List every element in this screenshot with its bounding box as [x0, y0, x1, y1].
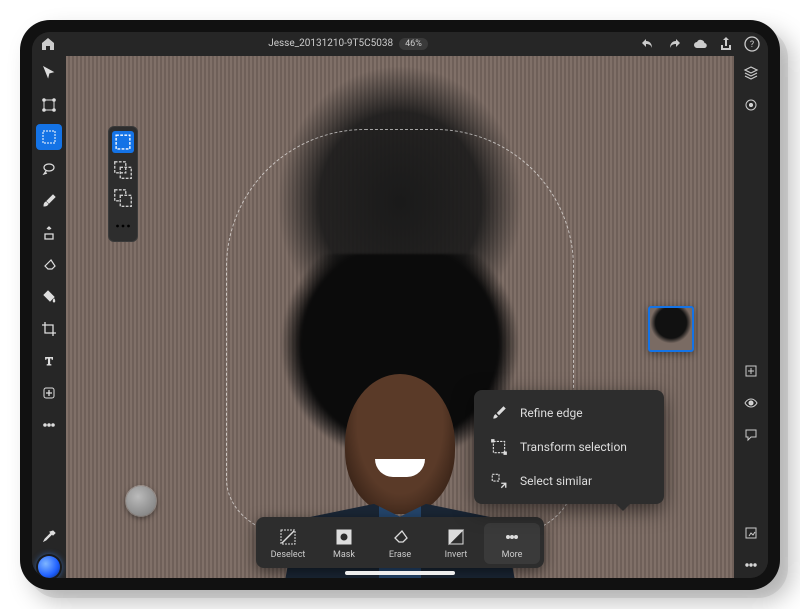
undo-icon[interactable] — [640, 36, 656, 52]
help-icon[interactable]: ? — [744, 36, 760, 52]
app-screen: Jesse_20131210-9T5C5038 46% ? — [32, 32, 768, 578]
invert-button[interactable]: Invert — [428, 523, 484, 564]
selection-action-toolbar: Deselect Mask Erase Invert — [256, 517, 544, 568]
brush-tool[interactable] — [36, 188, 62, 214]
invert-icon — [446, 527, 466, 547]
refine-edge-icon — [490, 404, 508, 422]
left-toolbar: T — [32, 56, 66, 578]
svg-text:T: T — [45, 354, 53, 368]
home-icon[interactable] — [40, 36, 56, 52]
crop-tool[interactable] — [36, 316, 62, 342]
foreground-color-chip[interactable] — [38, 556, 60, 578]
home-indicator[interactable] — [345, 571, 455, 575]
option-add-selection[interactable] — [112, 159, 134, 181]
touch-shortcut-puck[interactable] — [126, 486, 156, 516]
comments-icon[interactable] — [738, 422, 764, 448]
eyedropper-tool[interactable] — [36, 524, 62, 550]
more-tools[interactable] — [36, 412, 62, 438]
erase-icon — [390, 527, 410, 547]
deselect-button[interactable]: Deselect — [260, 523, 316, 564]
panel-more-icon[interactable] — [738, 552, 764, 578]
layers-panel-icon[interactable] — [738, 60, 764, 86]
mask-icon — [334, 527, 354, 547]
mask-button[interactable]: Mask — [316, 523, 372, 564]
transform-selection-item[interactable]: Transform selection — [474, 430, 664, 464]
canvas[interactable]: Deselect Mask Erase Invert — [66, 56, 734, 578]
deselect-icon — [278, 527, 298, 547]
properties-panel-icon[interactable] — [738, 92, 764, 118]
right-taskbar — [734, 56, 768, 578]
type-tool[interactable]: T — [36, 348, 62, 374]
svg-text:?: ? — [750, 40, 754, 50]
topbar: Jesse_20131210-9T5C5038 46% ? — [32, 32, 768, 56]
more-popover: Refine edge Transform selection Select s… — [474, 390, 664, 504]
erase-button[interactable]: Erase — [372, 523, 428, 564]
selection-tool[interactable] — [36, 124, 62, 150]
spot-heal-tool[interactable] — [36, 380, 62, 406]
visibility-icon[interactable] — [738, 390, 764, 416]
share-icon[interactable] — [718, 36, 734, 52]
tool-options-panel — [108, 126, 138, 242]
device-frame: Jesse_20131210-9T5C5038 46% ? — [20, 20, 780, 590]
redo-icon[interactable] — [666, 36, 682, 52]
zoom-badge[interactable]: 46% — [399, 38, 428, 50]
clone-tool[interactable] — [36, 220, 62, 246]
eraser-tool[interactable] — [36, 252, 62, 278]
select-similar-icon — [490, 472, 508, 490]
move-tool[interactable] — [36, 60, 62, 86]
add-layer-icon[interactable] — [738, 358, 764, 384]
more-icon — [502, 527, 522, 547]
refine-edge-item[interactable]: Refine edge — [474, 396, 664, 430]
select-similar-item[interactable]: Select similar — [474, 464, 664, 498]
transform-selection-icon — [490, 438, 508, 456]
option-settings[interactable] — [112, 215, 134, 237]
option-subtract-selection[interactable] — [112, 187, 134, 209]
more-button[interactable]: More — [484, 523, 540, 564]
transform-tool[interactable] — [36, 92, 62, 118]
option-new-selection[interactable] — [112, 131, 134, 153]
document-title: Jesse_20131210-9T5C5038 — [268, 38, 393, 49]
lasso-tool[interactable] — [36, 156, 62, 182]
active-layer-thumbnail[interactable] — [648, 306, 694, 352]
export-icon[interactable] — [738, 520, 764, 546]
fill-tool[interactable] — [36, 284, 62, 310]
cloud-icon[interactable] — [692, 36, 708, 52]
